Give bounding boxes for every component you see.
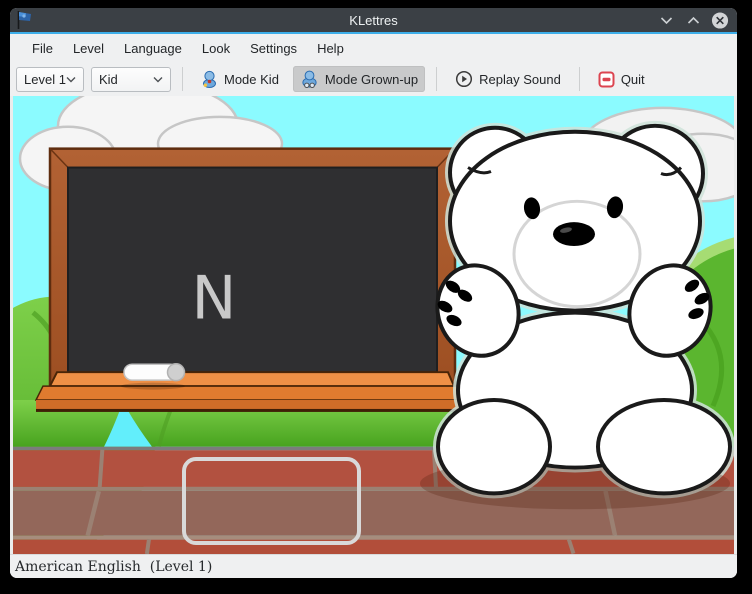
status-text: American English (Level 1) [15, 559, 212, 575]
grownup-icon [300, 70, 319, 88]
bear-nose [553, 222, 595, 246]
quit-label: Quit [621, 72, 645, 87]
playfield: N [10, 96, 737, 554]
chalk [121, 364, 185, 390]
quit-icon [598, 71, 615, 88]
slate [68, 168, 437, 373]
replay-sound-button[interactable]: Replay Sound [448, 66, 568, 92]
mode-kid-label: Mode Kid [224, 72, 279, 87]
menubar: File Level Language Look Settings Help [10, 34, 737, 62]
letter-input[interactable] [182, 457, 361, 545]
statusbar: American English (Level 1) [10, 554, 737, 578]
level-combobox[interactable]: Level 1 [16, 67, 84, 92]
scene: N [13, 96, 734, 554]
theme-combobox-value: Kid [99, 72, 153, 87]
blackboard: N [36, 149, 468, 412]
theme-combobox[interactable]: Kid [91, 67, 171, 92]
chevron-down-icon [660, 16, 673, 25]
menu-language[interactable]: Language [114, 37, 192, 60]
maximize-button[interactable] [684, 11, 702, 29]
level-combobox-value: Level 1 [24, 72, 66, 87]
titlebar: KLettres [10, 8, 737, 34]
chalk-tray [36, 372, 468, 412]
board-letter: N [192, 264, 237, 334]
kid-icon [201, 70, 218, 88]
toolbar: Level 1 Kid Mode Kid Mod [10, 62, 737, 96]
mode-grownup-button[interactable]: Mode Grown-up [293, 66, 425, 92]
menu-level[interactable]: Level [63, 37, 114, 60]
menu-look[interactable]: Look [192, 37, 240, 60]
mode-grownup-label: Mode Grown-up [325, 72, 418, 87]
replay-sound-label: Replay Sound [479, 72, 561, 87]
chevron-up-icon [687, 16, 700, 25]
play-circle-icon [455, 70, 473, 88]
teddy-bear [420, 126, 730, 509]
close-icon [711, 11, 729, 30]
close-button[interactable] [711, 11, 729, 29]
chevron-down-icon [66, 76, 76, 83]
menu-help[interactable]: Help [307, 37, 354, 60]
window-title: KLettres [10, 13, 737, 28]
menu-settings[interactable]: Settings [240, 37, 307, 60]
chevron-down-icon [153, 76, 163, 83]
menu-file[interactable]: File [22, 37, 63, 60]
quit-button[interactable]: Quit [591, 67, 652, 92]
toolbar-separator [579, 67, 580, 91]
mode-kid-button[interactable]: Mode Kid [194, 66, 286, 92]
minimize-button[interactable] [657, 11, 675, 29]
toolbar-separator [182, 67, 183, 91]
klettres-window: KLettres File Level Language Look Settin… [10, 8, 737, 578]
toolbar-separator [436, 67, 437, 91]
